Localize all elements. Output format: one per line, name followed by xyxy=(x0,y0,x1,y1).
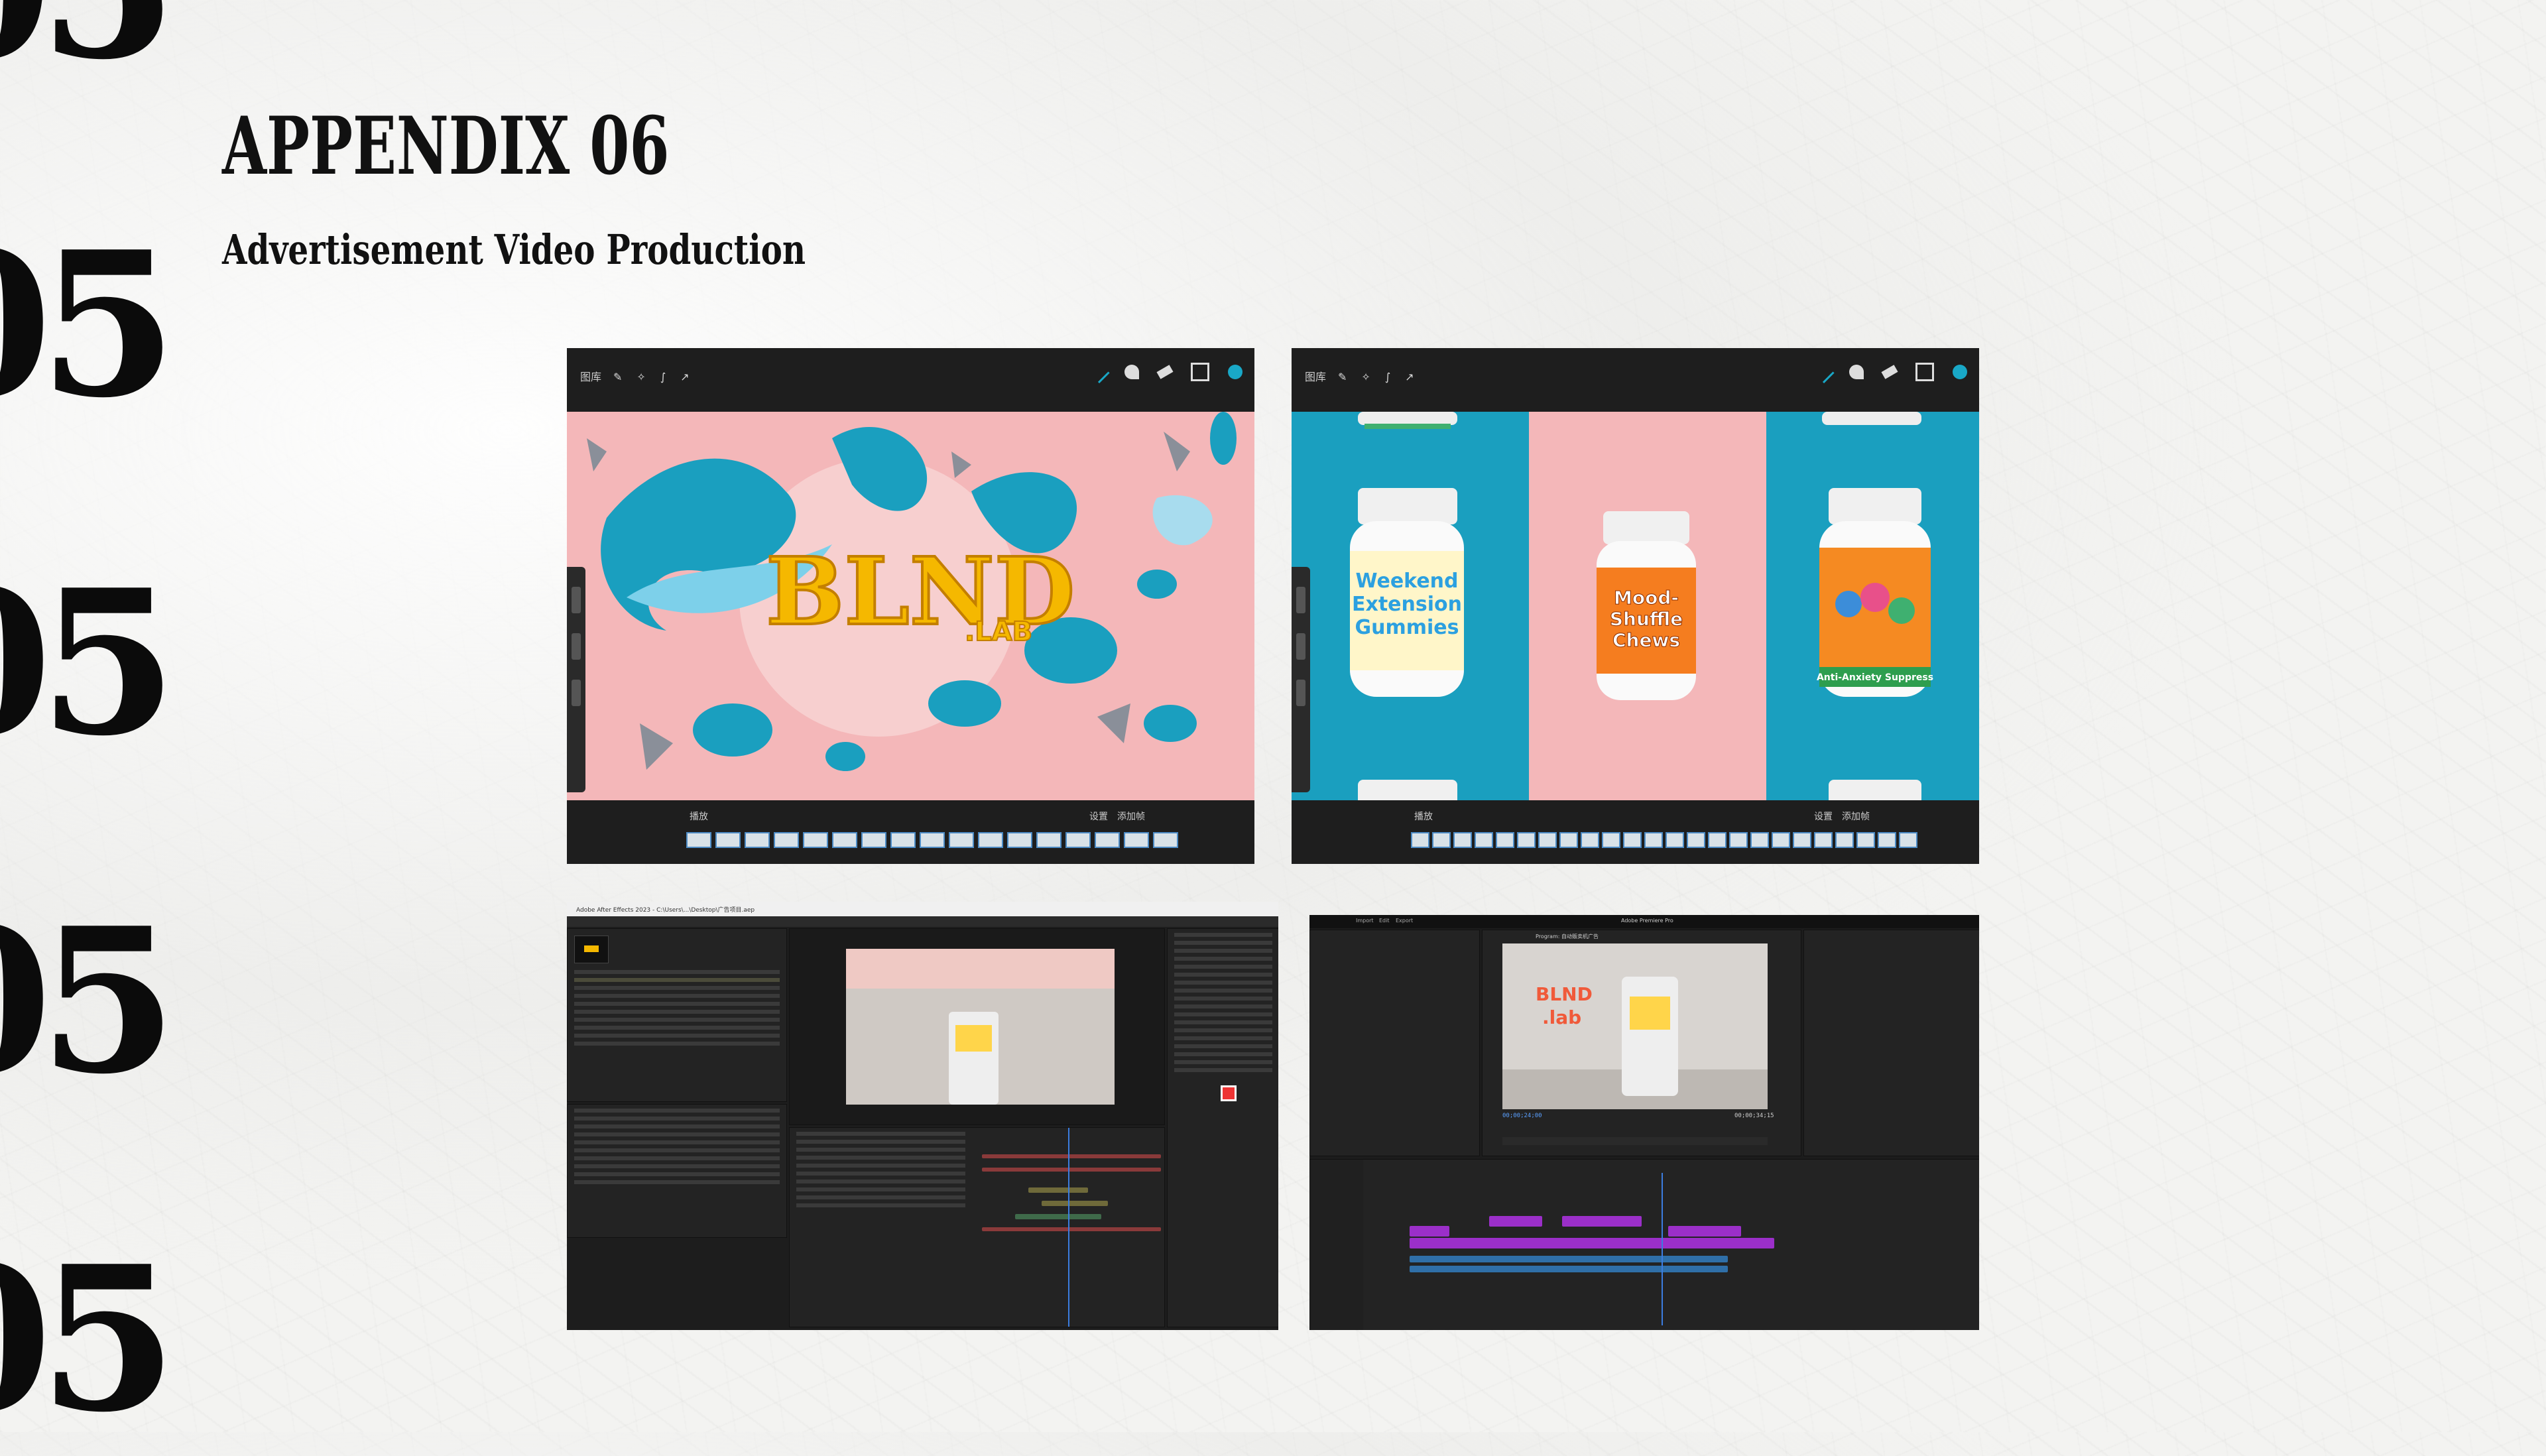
composition-viewer[interactable] xyxy=(789,928,1165,1125)
bottle-1-line3: Gummies xyxy=(1355,616,1459,639)
transform-icon[interactable]: ↗ xyxy=(1405,371,1414,383)
play-button[interactable]: 播放 xyxy=(690,810,708,823)
select-icon[interactable]: ∫ xyxy=(660,371,666,383)
after-effects-screenshot: Adobe After Effects 2023 - C:\Users\...\… xyxy=(567,902,1278,1330)
bottle-1-line2: Extension xyxy=(1352,593,1462,616)
layers-icon[interactable] xyxy=(1191,363,1209,381)
brush-icon[interactable] xyxy=(1812,361,1835,383)
brush-size-slider[interactable] xyxy=(1292,567,1310,792)
window-title: Adobe After Effects 2023 - C:\Users\...\… xyxy=(576,907,755,914)
procreate-toolbar: 图库 ✎ ✧ ∫ ↗ xyxy=(567,348,1254,412)
vending-machine-model xyxy=(949,1012,999,1105)
preview-text-1: BLND xyxy=(1536,983,1593,1005)
adjust-tools: ✎ ✧ ∫ ↗ xyxy=(1338,371,1414,383)
brush-tools xyxy=(1087,361,1243,383)
menu-edit[interactable]: Edit xyxy=(1379,918,1390,924)
bottle-2-line1: Mood- xyxy=(1614,587,1679,609)
preview-text-2: .lab xyxy=(1542,1006,1582,1028)
brush-tools xyxy=(1812,361,1967,383)
play-button[interactable]: 播放 xyxy=(1414,810,1433,823)
animation-canvas: Weekend Extension Gummies Mood- Shuffle … xyxy=(1292,412,1979,800)
effect-controls-panel[interactable] xyxy=(1309,930,1480,1156)
background-numeral: 05 xyxy=(0,0,178,86)
program-label: Program: 自动贩卖机广告 xyxy=(1536,934,1599,940)
window-title: Adobe Premiere Pro xyxy=(1621,918,1673,924)
bottle-2-line3: Chews xyxy=(1612,629,1680,651)
vending-machine-model xyxy=(1622,977,1678,1096)
gallery-button[interactable]: 图库 xyxy=(580,368,601,384)
add-frame-button[interactable]: 添加帧 xyxy=(1842,810,1870,823)
animation-canvas: BLND .LAB xyxy=(567,412,1254,800)
settings-button[interactable]: 设置 xyxy=(1089,810,1108,823)
background-numeral: 05 xyxy=(0,884,178,1118)
magic-icon[interactable]: ✧ xyxy=(636,371,645,383)
ae-toolbar[interactable] xyxy=(567,916,1278,927)
effects-panel[interactable] xyxy=(1167,928,1278,1327)
page-title: APPENDIX 06 xyxy=(222,99,670,193)
bottle-3-label: Anti-Anxiety Suppress xyxy=(1817,672,1933,683)
procreate-logo-screenshot: 图库 ✎ ✧ ∫ ↗ BLND .LAB 播放 设置 添加帧 xyxy=(567,348,1254,864)
eraser-icon[interactable] xyxy=(1881,365,1898,379)
background-numeral: 05 xyxy=(0,546,178,780)
sequence-timeline[interactable] xyxy=(1309,1159,1979,1330)
program-monitor[interactable]: Program: 自动贩卖机广告 BLND .lab 00;00;24;00 0… xyxy=(1482,930,1801,1156)
wrench-icon[interactable]: ✎ xyxy=(613,371,622,383)
project-panel[interactable] xyxy=(567,928,787,1102)
layers-icon[interactable] xyxy=(1915,363,1934,381)
select-icon[interactable]: ∫ xyxy=(1385,371,1390,383)
gallery-button[interactable]: 图库 xyxy=(1305,368,1326,384)
settings-button[interactable]: 设置 xyxy=(1814,810,1833,823)
timeline-panel[interactable] xyxy=(789,1127,1165,1327)
adjust-tools: ✎ ✧ ∫ ↗ xyxy=(613,371,690,383)
bottle-2-line2: Shuffle xyxy=(1610,608,1683,630)
menu-export[interactable]: Export xyxy=(1396,918,1413,924)
wrench-icon[interactable]: ✎ xyxy=(1338,371,1347,383)
smudge-icon[interactable] xyxy=(1124,365,1139,379)
render-queue-panel[interactable] xyxy=(567,1104,787,1238)
brush-icon[interactable] xyxy=(1087,361,1110,383)
animation-assist-bar: 播放 设置 添加帧 xyxy=(1292,800,1979,864)
logo-artwork: BLND .LAB xyxy=(587,412,1237,771)
bottles-artwork: Weekend Extension Gummies Mood- Shuffle … xyxy=(1292,412,1979,800)
transform-icon[interactable]: ↗ xyxy=(680,371,689,383)
timecode-duration: 00;00;34;15 xyxy=(1734,1113,1774,1119)
window-title-bar: Adobe After Effects 2023 - C:\Users\...\… xyxy=(567,902,1278,916)
comp-preview xyxy=(846,949,1115,1105)
animation-assist-bar: 播放 设置 添加帧 xyxy=(567,800,1254,864)
frame-timeline[interactable] xyxy=(686,832,1178,848)
brush-size-slider[interactable] xyxy=(567,567,585,792)
smudge-icon[interactable] xyxy=(1849,365,1864,379)
premiere-header: Import Edit Export Adobe Premiere Pro xyxy=(1309,915,1979,928)
background-numeral: 05 xyxy=(0,208,178,442)
procreate-bottles-screenshot: 图库 ✎ ✧ ∫ ↗ Weekend Extension Gummies Moo… xyxy=(1292,348,1979,864)
background-numeral: 05 xyxy=(0,1222,178,1456)
page-subtitle: Advertisement Video Production xyxy=(222,225,806,274)
bottle-1-line1: Weekend xyxy=(1355,570,1458,593)
menu-import[interactable]: Import xyxy=(1356,918,1374,924)
color-swatch[interactable] xyxy=(1228,365,1243,379)
procreate-toolbar: 图库 ✎ ✧ ∫ ↗ xyxy=(1292,348,1979,412)
transport-controls[interactable] xyxy=(1502,1137,1768,1145)
color-swatch[interactable] xyxy=(1953,365,1967,379)
magic-icon[interactable]: ✧ xyxy=(1361,371,1370,383)
logo-subtext: .LAB xyxy=(965,617,1032,647)
frame-timeline[interactable] xyxy=(1411,832,1917,848)
timecode-current: 00;00;24;00 xyxy=(1502,1113,1542,1119)
premiere-pro-screenshot: Import Edit Export Adobe Premiere Pro Pr… xyxy=(1309,915,1979,1330)
add-frame-button[interactable]: 添加帧 xyxy=(1117,810,1145,823)
program-preview: BLND .lab xyxy=(1502,943,1768,1109)
properties-panel[interactable] xyxy=(1803,930,1979,1156)
eraser-icon[interactable] xyxy=(1156,365,1174,379)
